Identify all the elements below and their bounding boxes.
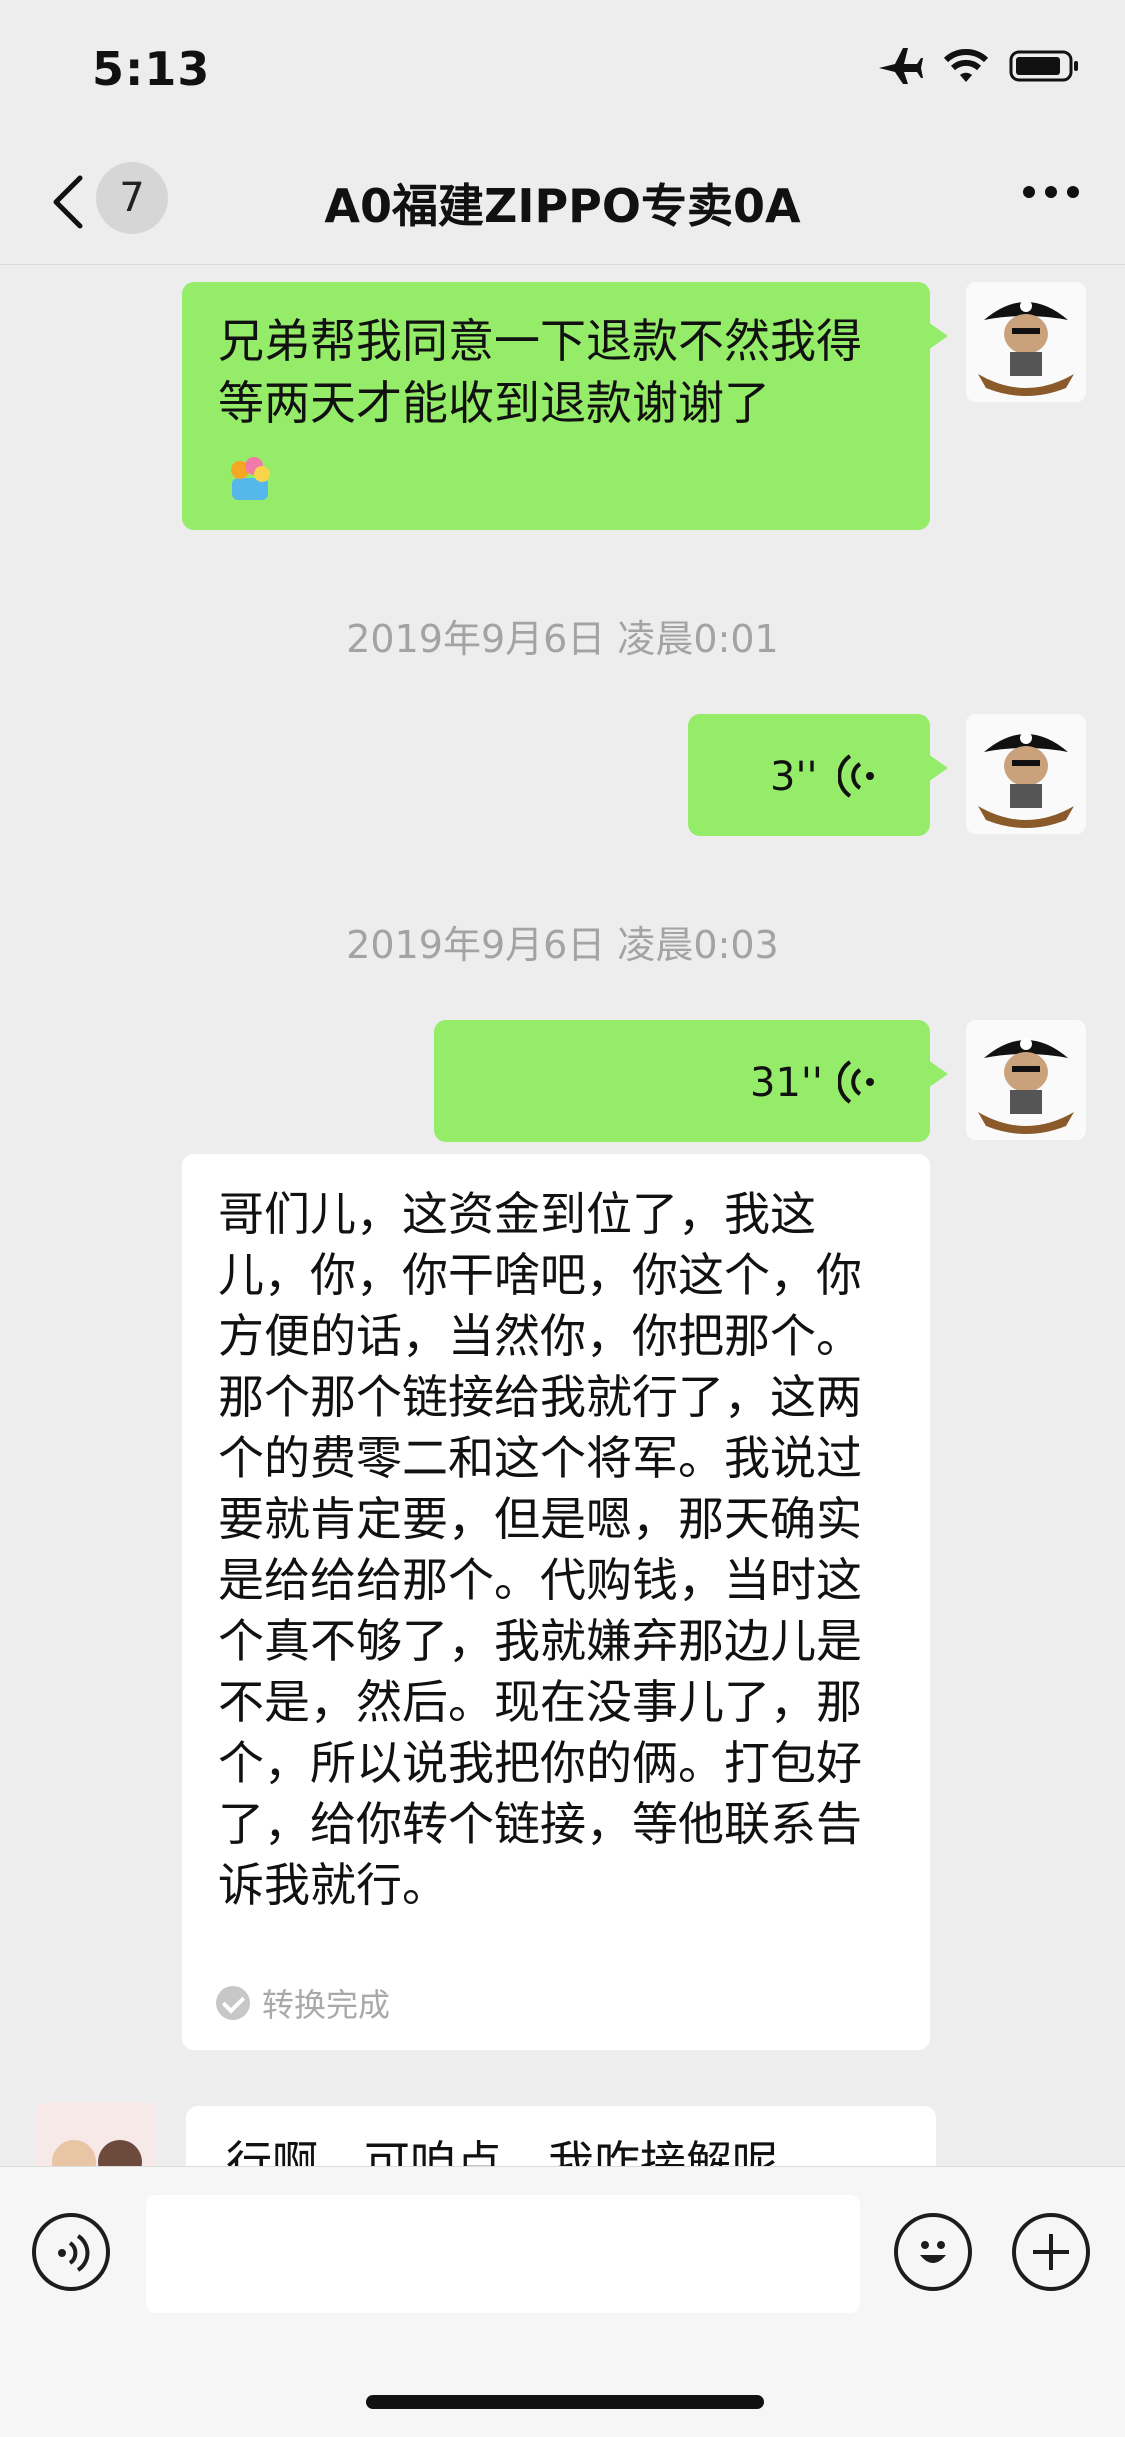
plus-button[interactable] — [1012, 2213, 1090, 2291]
voice-input-button[interactable] — [32, 2213, 110, 2291]
chat-title: A0福建ZIPPO专卖0A — [324, 179, 801, 233]
chat-header: 7 A0福建ZIPPO专卖0A — [0, 140, 1125, 265]
more-icon[interactable] — [1021, 184, 1081, 200]
message-text: 兄弟帮我同意一下退款不然我得等两天才能收到退款谢谢了 — [218, 314, 862, 430]
status-time: 5:13 — [92, 42, 211, 96]
voice-wave-icon — [838, 754, 874, 798]
home-indicator — [366, 2395, 764, 2409]
voice-wave-icon — [58, 2234, 90, 2272]
pirate-avatar-icon — [966, 282, 1086, 402]
voice-message-bubble[interactable]: 31'' — [434, 1020, 948, 1142]
avatar[interactable] — [966, 1020, 1086, 1140]
message-bubble-incoming[interactable]: 行啊，可咱点，我咋接解呢 — [186, 2106, 936, 2166]
voice-message-bubble[interactable]: 3'' — [688, 714, 948, 836]
voice-duration: 3'' — [770, 754, 818, 800]
pirate-avatar-icon — [966, 714, 1086, 834]
transcript-text: 哥们儿，这资金到位了，我这儿，你，你干啥吧，你这个，你方便的话，当然你，你把那个… — [218, 1187, 862, 1912]
message-bubble-outgoing[interactable]: 兄弟帮我同意一下退款不然我得等两天才能收到退款谢谢了 — [182, 282, 948, 530]
couple-avatar-icon — [36, 2102, 156, 2166]
emoji-button[interactable] — [894, 2213, 972, 2291]
voice-wave-icon — [838, 1060, 874, 1104]
timestamp: 2019年9月6日 凌晨0:01 — [346, 617, 779, 661]
airplane-icon — [879, 48, 923, 84]
voice-transcript[interactable]: 哥们儿，这资金到位了，我这儿，你，你干啥吧，你这个，你方便的话，当然你，你把那个… — [182, 1154, 930, 2050]
transcript-status: 转换完成 — [216, 1980, 390, 2026]
chat-area[interactable]: 兄弟帮我同意一下退款不然我得等两天才能收到退款谢谢了 2019年9月6日 凌晨0… — [0, 264, 1125, 2166]
pirate-avatar-icon — [966, 1020, 1086, 1140]
battery-icon — [1009, 50, 1078, 82]
sticker-emoji-icon — [231, 457, 270, 500]
voice-duration: 31'' — [750, 1060, 823, 1106]
message-input[interactable] — [146, 2195, 860, 2313]
status-icons — [877, 46, 1081, 86]
check-icon — [216, 1986, 250, 2020]
timestamp: 2019年9月6日 凌晨0:03 — [346, 923, 779, 967]
avatar[interactable] — [966, 282, 1086, 402]
wifi-icon — [943, 49, 989, 82]
transcript-status-label: 转换完成 — [262, 1986, 391, 2024]
avatar[interactable] — [966, 714, 1086, 834]
avatar[interactable] — [36, 2102, 156, 2166]
emoji-icon — [920, 2241, 946, 2263]
status-bar: 5:13 — [0, 0, 1125, 140]
plus-icon — [1033, 2234, 1069, 2270]
message-text: 行啊，可咱点，我咋接解呢 — [226, 2136, 778, 2166]
